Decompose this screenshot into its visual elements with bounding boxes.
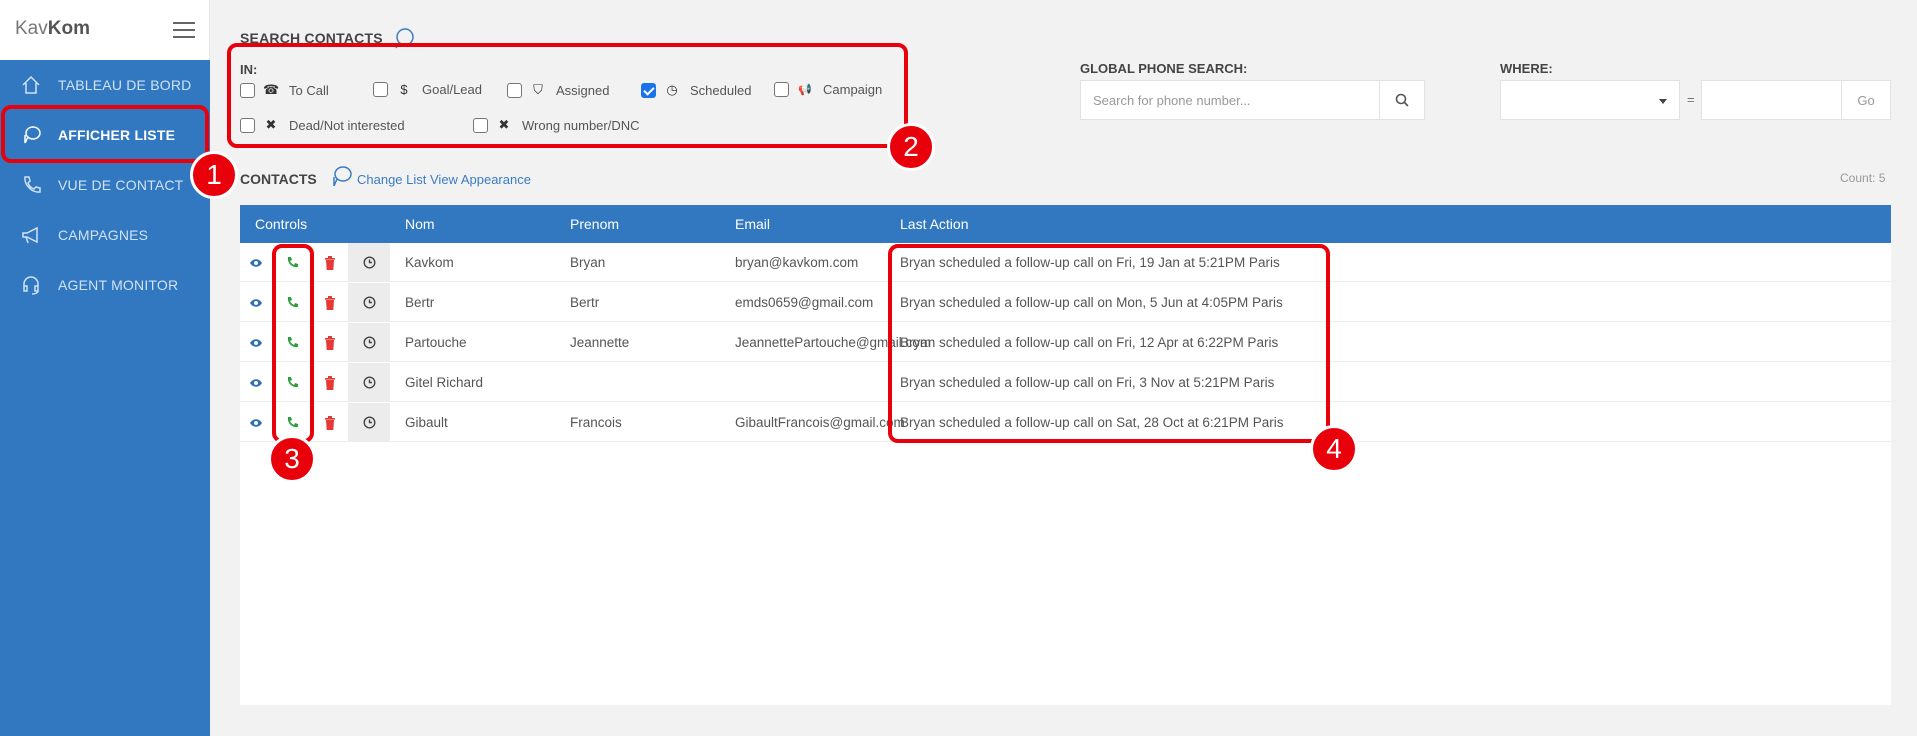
delete-trash-icon[interactable] <box>318 283 342 322</box>
cell-prenom: Bertr <box>570 295 600 310</box>
cell-nom: Partouche <box>405 335 467 350</box>
annotation-box-1 <box>1 105 209 163</box>
sidebar-item-tableau-de-bord[interactable]: TABLEAU DE BORD <box>0 60 210 110</box>
cell-prenom: Bryan <box>570 255 606 270</box>
delete-trash-icon[interactable] <box>318 403 342 442</box>
schedule-clock-icon[interactable] <box>348 363 390 402</box>
schedule-clock-icon[interactable] <box>348 323 390 362</box>
annotation-box-3 <box>272 244 314 443</box>
global-phone-search-label: GLOBAL PHONE SEARCH: <box>1080 61 1248 76</box>
sidebar-item-label: TABLEAU DE BORD <box>58 77 192 93</box>
column-header-nom[interactable]: Nom <box>405 216 435 232</box>
schedule-clock-icon[interactable] <box>348 283 390 322</box>
annotation-number-2: 2 <box>887 123 935 171</box>
where-field-select[interactable] <box>1500 80 1680 120</box>
annotation-box-4 <box>888 244 1330 443</box>
column-header-email[interactable]: Email <box>735 216 770 232</box>
change-list-view-link[interactable]: Change List View Appearance <box>357 172 531 187</box>
cell-nom: Gibault <box>405 415 448 430</box>
delete-trash-icon[interactable] <box>318 323 342 362</box>
search-icon <box>1395 93 1409 107</box>
equals-sign: = <box>1687 92 1695 107</box>
view-eye-icon[interactable] <box>244 323 268 362</box>
cell-nom: Kavkom <box>405 255 454 270</box>
table-header: Controls Nom Prenom Email Last Action <box>240 205 1891 243</box>
column-header-last-action[interactable]: Last Action <box>900 216 969 232</box>
cell-email: GibaultFrancois@gmail.com <box>735 415 905 430</box>
delete-trash-icon[interactable] <box>318 363 342 402</box>
cell-nom: Gitel Richard <box>405 375 484 390</box>
go-button[interactable]: Go <box>1841 80 1891 120</box>
contacts-count: Count: 5 <box>1840 171 1886 185</box>
megaphone-icon <box>18 222 44 248</box>
cell-prenom: Jeannette <box>570 335 630 350</box>
cell-nom: Bertr <box>405 295 435 310</box>
brand-prefix: Kav <box>15 18 48 39</box>
sidebar-item-campagnes[interactable]: CAMPAGNES <box>0 210 210 260</box>
delete-trash-icon[interactable] <box>318 243 342 282</box>
sidebar-item-vue-de-contact[interactable]: VUE DE CONTACT <box>0 160 210 210</box>
schedule-clock-icon[interactable] <box>348 403 390 442</box>
schedule-clock-icon[interactable] <box>348 243 390 282</box>
home-icon <box>18 72 44 98</box>
cell-prenom: Francois <box>570 415 622 430</box>
cell-email: emds0659@gmail.com <box>735 295 874 310</box>
brand-logo[interactable]: KavKom <box>15 18 90 40</box>
annotation-number-1: 1 <box>190 151 238 199</box>
sidebar-item-label: VUE DE CONTACT <box>58 177 184 193</box>
brand-bold: Kom <box>47 18 90 39</box>
cell-email: bryan@kavkom.com <box>735 255 859 270</box>
annotation-number-3: 3 <box>268 435 316 483</box>
list-view-chat-icon[interactable] <box>328 164 354 195</box>
sidebar-item-agent-monitor[interactable]: AGENT MONITOR <box>0 260 210 310</box>
headset-icon <box>18 272 44 298</box>
sidebar-item-label: CAMPAGNES <box>58 227 149 243</box>
hamburger-menu-icon[interactable] <box>173 22 195 38</box>
view-eye-icon[interactable] <box>244 403 268 442</box>
phone-search-button[interactable] <box>1379 81 1424 119</box>
view-eye-icon[interactable] <box>244 283 268 322</box>
where-label: WHERE: <box>1500 61 1553 76</box>
contacts-title: CONTACTS <box>240 171 317 187</box>
view-eye-icon[interactable] <box>244 243 268 282</box>
phone-icon <box>18 172 44 198</box>
column-header-controls: Controls <box>255 216 308 232</box>
caret-down-icon <box>1659 99 1667 104</box>
column-header-prenom[interactable]: Prenom <box>570 216 619 232</box>
view-eye-icon[interactable] <box>244 363 268 402</box>
annotation-number-4: 4 <box>1310 425 1358 473</box>
global-phone-search: Search for phone number... <box>1080 80 1425 120</box>
sidebar-item-label: AGENT MONITOR <box>58 277 179 293</box>
phone-search-input[interactable]: Search for phone number... <box>1081 81 1379 119</box>
brand-header: KavKom <box>0 0 210 60</box>
annotation-box-2 <box>227 43 908 148</box>
